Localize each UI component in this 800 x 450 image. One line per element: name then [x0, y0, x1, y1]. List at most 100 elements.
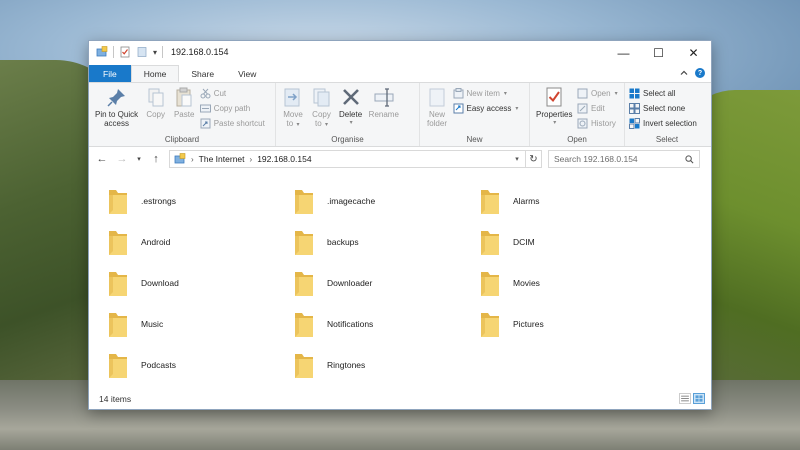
folder-item[interactable]: Downloader	[293, 265, 372, 301]
ribbon-right-controls: ?	[679, 68, 705, 78]
tab-file[interactable]: File	[89, 65, 131, 82]
select-none-icon	[629, 103, 640, 114]
rename-label: Rename	[368, 110, 399, 119]
folder-item[interactable]: Podcasts	[107, 347, 176, 383]
new-group-label: New	[466, 135, 483, 144]
properties-button[interactable]: Properties ▾	[534, 86, 574, 128]
new-item-dropdown-icon: ▾	[503, 91, 507, 97]
copy-icon	[148, 88, 164, 107]
easy-access-icon	[453, 103, 464, 114]
close-button[interactable]: ✕	[676, 41, 711, 65]
folder-item[interactable]: Notifications	[293, 306, 373, 342]
history-button[interactable]: History	[577, 117, 618, 130]
move-to-dropdown-icon: ▾	[296, 122, 300, 128]
collapse-ribbon-icon[interactable]	[679, 68, 689, 78]
edit-button[interactable]: Edit	[577, 102, 618, 115]
folder-item[interactable]: Pictures	[479, 306, 544, 342]
search-box[interactable]: Search 192.168.0.154	[548, 150, 700, 168]
folder-item[interactable]: backups	[293, 224, 359, 260]
pin-to-quick-access-button[interactable]: Pin to Quick access	[93, 86, 140, 128]
breadcrumb-the-internet[interactable]: The Internet	[199, 154, 245, 164]
delete-label: Delete	[339, 110, 363, 119]
paste-button[interactable]: Paste	[171, 86, 197, 119]
tab-share[interactable]: Share	[179, 65, 226, 82]
copy-path-icon	[199, 104, 211, 113]
copy-path-button[interactable]: Copy path	[199, 102, 265, 115]
help-icon[interactable]: ?	[695, 68, 705, 78]
status-bar: 14 items	[89, 389, 711, 409]
search-icon	[685, 154, 694, 163]
invert-selection-icon	[629, 118, 640, 129]
qat-dropdown-icon[interactable]: ▾	[153, 48, 157, 57]
recent-locations-button[interactable]: ▾	[135, 152, 143, 166]
invert-selection-label: Invert selection	[643, 119, 697, 128]
copy-to-label-2: to ▾	[315, 119, 328, 130]
folder-icon	[295, 313, 313, 337]
breadcrumb-separator-icon[interactable]: ›	[191, 155, 194, 164]
minimize-button[interactable]: —	[606, 41, 641, 65]
new-folder-small-icon[interactable]	[136, 46, 148, 58]
network-location-icon	[174, 153, 186, 164]
breadcrumb-separator-icon[interactable]: ›	[250, 155, 253, 164]
folder-label: Android	[141, 237, 171, 247]
folder-item[interactable]: DCIM	[479, 224, 535, 260]
open-small-buttons: Open ▾ Edit History	[577, 86, 618, 130]
folder-icon	[481, 231, 499, 255]
folder-item[interactable]: Movies	[479, 265, 540, 301]
folder-label: Ringtones	[327, 360, 366, 370]
folder-item[interactable]: .imagecache	[293, 183, 375, 219]
folder-item[interactable]: Music	[107, 306, 163, 342]
copy-button[interactable]: Copy	[143, 86, 169, 119]
delete-button[interactable]: Delete ▾	[337, 86, 364, 128]
copy-path-label: Copy path	[213, 104, 251, 113]
copy-to-icon	[313, 88, 330, 107]
folder-item[interactable]: Alarms	[479, 183, 539, 219]
easy-access-dropdown-icon: ▾	[515, 106, 519, 112]
back-button[interactable]: ←	[95, 152, 109, 166]
up-button[interactable]: ↑	[149, 152, 163, 166]
new-item-label: New item	[466, 89, 500, 98]
folder-icon	[481, 313, 499, 337]
refresh-icon[interactable]: ↻	[525, 151, 541, 167]
item-count: 14 items	[99, 394, 132, 404]
rename-button[interactable]: Rename	[367, 86, 401, 119]
folder-item[interactable]: Ringtones	[293, 347, 365, 383]
folder-item[interactable]: Android	[107, 224, 170, 260]
properties-dropdown-icon[interactable]: ▾	[553, 119, 556, 128]
open-button[interactable]: Open ▾	[577, 87, 618, 100]
maximize-button[interactable]: ☐	[641, 41, 676, 65]
folder-item[interactable]: .estrongs	[107, 183, 176, 219]
paste-shortcut-button[interactable]: Paste shortcut	[200, 117, 265, 130]
folder-label: backups	[327, 237, 359, 247]
move-to-label-1: Move	[283, 110, 303, 119]
easy-access-button[interactable]: Easy access ▾	[453, 102, 519, 115]
new-item-icon	[453, 88, 464, 99]
select-all-button[interactable]: Select all	[629, 87, 697, 100]
large-icons-view-button[interactable]	[693, 393, 705, 404]
pin-label-1: Pin to Quick	[95, 110, 139, 119]
move-to-button[interactable]: Move to ▾	[280, 86, 306, 130]
scissors-icon	[200, 88, 211, 99]
copy-to-button[interactable]: Copy to ▾	[309, 86, 335, 130]
folder-item[interactable]: Download	[107, 265, 179, 301]
history-label: History	[590, 119, 616, 128]
invert-selection-button[interactable]: Invert selection	[629, 117, 697, 130]
folder-icon	[109, 313, 127, 337]
tab-view[interactable]: View	[226, 65, 268, 82]
new-small-buttons: New item ▾ Easy access ▾	[453, 86, 519, 115]
properties-check-icon[interactable]	[119, 46, 131, 58]
details-view-button[interactable]	[679, 393, 691, 404]
new-item-button[interactable]: New item ▾	[453, 87, 519, 100]
new-folder-button[interactable]: New folder	[424, 86, 450, 128]
address-bar[interactable]: › The Internet › 192.168.0.154 ▾ ↻	[169, 150, 542, 168]
select-none-button[interactable]: Select none	[629, 102, 697, 115]
select-all-label: Select all	[643, 89, 676, 98]
address-history-dropdown-icon[interactable]: ▾	[509, 155, 525, 163]
tab-home[interactable]: Home	[130, 65, 180, 82]
delete-dropdown-icon[interactable]: ▾	[350, 119, 353, 128]
edit-label: Edit	[590, 104, 605, 113]
folder-label: Podcasts	[141, 360, 176, 370]
cut-button[interactable]: Cut	[200, 87, 265, 100]
forward-button[interactable]: →	[115, 152, 129, 166]
breadcrumb-current[interactable]: 192.168.0.154	[257, 154, 311, 164]
